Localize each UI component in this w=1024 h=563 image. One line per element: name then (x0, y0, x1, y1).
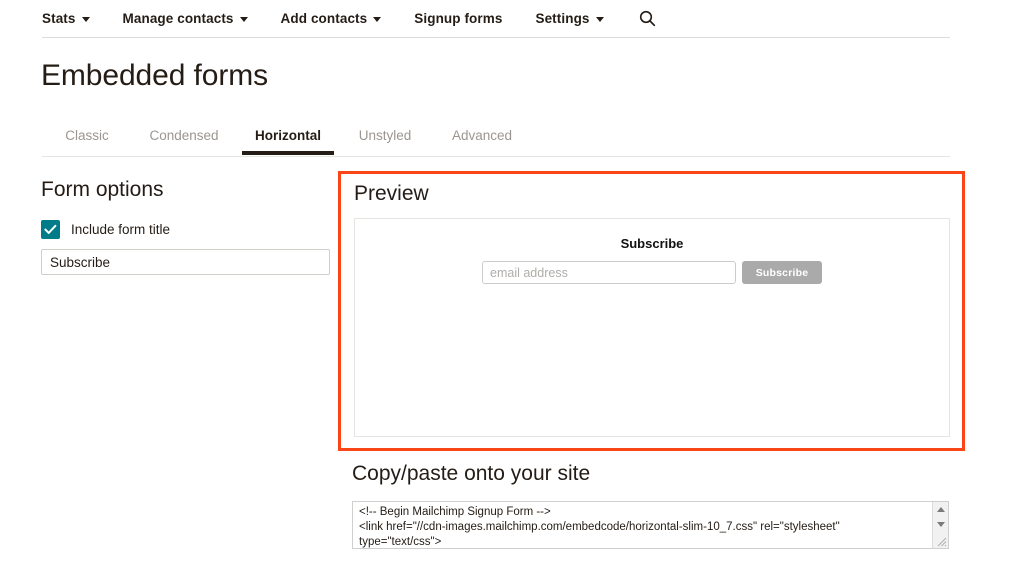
nav-item-label: Stats (42, 11, 76, 26)
scroll-down-arrow-icon (936, 522, 945, 527)
tab-horizontal[interactable]: Horizontal (236, 124, 340, 155)
form-type-tabs: Classic Condensed Horizontal Unstyled Ad… (42, 124, 950, 157)
embed-code-text: <!-- Begin Mailchimp Signup Form --> <li… (359, 506, 840, 548)
nav-item-label: Add contacts (280, 11, 368, 26)
scroll-up-arrow-icon (936, 507, 945, 512)
tab-unstyled[interactable]: Unstyled (340, 124, 430, 154)
chevron-down-icon (81, 17, 90, 22)
preview-subscribe-button[interactable]: Subscribe (742, 261, 822, 284)
search-icon (639, 10, 655, 27)
preview-form-container: Subscribe Subscribe (354, 218, 950, 437)
resize-grip-icon[interactable] (935, 535, 947, 547)
scroll-up-button[interactable] (933, 502, 948, 517)
preview-panel: Preview Subscribe Subscribe (338, 171, 965, 451)
form-title-input[interactable] (41, 249, 330, 275)
search-button[interactable] (639, 10, 656, 27)
include-form-title-row[interactable]: Include form title (41, 220, 331, 239)
form-options-panel: Form options Include form title (41, 178, 331, 275)
nav-item-signup-forms[interactable]: Signup forms (414, 11, 502, 26)
preview-form-heading: Subscribe (620, 236, 684, 251)
form-options-title: Form options (41, 178, 164, 201)
nav-item-add-contacts[interactable]: Add contacts (281, 11, 382, 26)
copy-paste-title: Copy/paste onto your site (352, 462, 591, 485)
top-navigation: Stats Manage contacts Add contacts Signu… (42, 0, 950, 38)
nav-item-manage-contacts[interactable]: Manage contacts (123, 11, 248, 26)
tab-advanced[interactable]: Advanced (430, 124, 534, 154)
include-form-title-label: Include form title (71, 222, 171, 237)
nav-item-stats[interactable]: Stats (42, 11, 90, 26)
tab-classic[interactable]: Classic (42, 124, 132, 154)
scroll-down-button[interactable] (933, 517, 948, 532)
chevron-down-icon (239, 17, 248, 22)
page-title: Embedded forms (41, 59, 269, 92)
checkmark-icon (44, 224, 57, 234)
chevron-down-icon (595, 17, 604, 22)
nav-item-label: Manage contacts (122, 11, 234, 26)
nav-item-settings[interactable]: Settings (535, 11, 604, 26)
embedded-forms-page: Stats Manage contacts Add contacts Signu… (0, 0, 1024, 563)
embed-code-textarea[interactable]: <!-- Begin Mailchimp Signup Form --> <li… (352, 501, 949, 549)
preview-email-input[interactable] (482, 261, 736, 284)
include-form-title-checkbox[interactable] (41, 220, 60, 239)
chevron-down-icon (373, 17, 382, 22)
nav-item-label: Signup forms (414, 11, 503, 26)
preview-title: Preview (354, 182, 429, 205)
tab-condensed[interactable]: Condensed (132, 124, 236, 154)
preview-form-row: Subscribe (355, 261, 949, 284)
nav-item-label: Settings (535, 11, 590, 26)
